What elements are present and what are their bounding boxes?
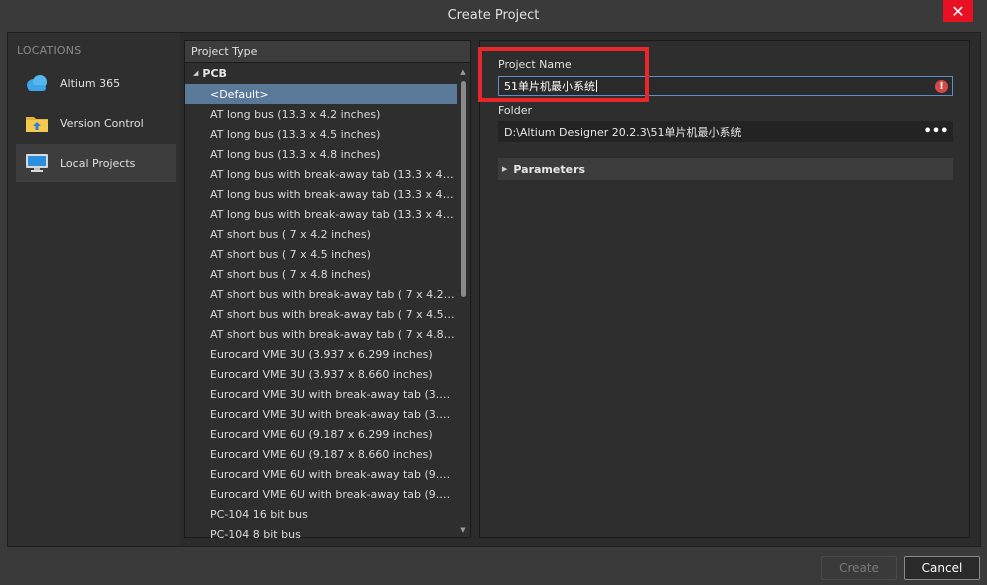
project-type-item-label: <Default> bbox=[210, 87, 269, 101]
project-type-item[interactable]: Eurocard VME 6U (9.187 x 6.299 inches) bbox=[185, 424, 457, 444]
project-type-item-label: PC-104 16 bit bus bbox=[210, 507, 308, 521]
location-label: Local Projects bbox=[60, 156, 136, 170]
project-type-item-label: AT long bus with break-away tab (13.3 x … bbox=[210, 167, 455, 181]
location-version-control[interactable]: Version Control bbox=[16, 104, 176, 142]
project-type-item-label: Eurocard VME 6U with break-away tab (9.1… bbox=[210, 487, 455, 501]
project-type-item-label: Eurocard VME 3U (3.937 x 6.299 inches) bbox=[210, 347, 433, 361]
project-type-item[interactable]: AT long bus with break-away tab (13.3 x … bbox=[185, 204, 457, 224]
project-type-item[interactable]: PC-104 8 bit bus bbox=[185, 524, 457, 544]
project-type-item-label: PC-104 8 bit bus bbox=[210, 527, 301, 541]
project-type-header: Project Type bbox=[185, 41, 470, 63]
project-type-item-label: AT short bus with break-away tab ( 7 x 4… bbox=[210, 327, 455, 341]
project-type-item[interactable]: AT short bus ( 7 x 4.2 inches) bbox=[185, 224, 457, 244]
project-type-item[interactable]: Eurocard VME 3U (3.937 x 6.299 inches) bbox=[185, 344, 457, 364]
project-type-item[interactable]: PC-104 16 bit bus bbox=[185, 504, 457, 524]
folder-label: Folder bbox=[498, 104, 532, 117]
project-type-item-label: Eurocard VME 6U (9.187 x 8.660 inches) bbox=[210, 447, 433, 461]
project-type-item[interactable]: AT short bus with break-away tab ( 7 x 4… bbox=[185, 284, 457, 304]
create-button[interactable]: Create bbox=[821, 556, 897, 580]
project-type-item[interactable]: AT short bus with break-away tab ( 7 x 4… bbox=[185, 304, 457, 324]
project-type-item-label: AT long bus with break-away tab (13.3 x … bbox=[210, 207, 455, 221]
project-type-item[interactable]: Eurocard VME 6U with break-away tab (9.1… bbox=[185, 464, 457, 484]
project-type-item-label: AT short bus with break-away tab ( 7 x 4… bbox=[210, 287, 455, 301]
project-type-item[interactable]: Eurocard VME 3U with break-away tab (3.9… bbox=[185, 384, 457, 404]
project-type-item[interactable]: AT long bus (13.3 x 4.2 inches) bbox=[185, 104, 457, 124]
folder-value: D:\Altium Designer 20.2.3\51单片机最小系统 bbox=[504, 125, 742, 139]
group-label: PCB bbox=[202, 66, 227, 80]
location-label: Altium 365 bbox=[60, 76, 121, 90]
folder-vcs-icon bbox=[24, 112, 50, 134]
project-type-item[interactable]: Eurocard VME 6U with break-away tab (9.1… bbox=[185, 484, 457, 504]
locations-panel: LOCATIONS Altium 365 Version Control Loc… bbox=[8, 33, 180, 546]
project-name-input[interactable]: 51单片机最小系统 ! bbox=[498, 76, 953, 96]
cancel-button[interactable]: Cancel bbox=[904, 556, 980, 580]
project-type-item-label: AT short bus ( 7 x 4.5 inches) bbox=[210, 247, 371, 261]
project-type-item-label: Eurocard VME 3U (3.937 x 8.660 inches) bbox=[210, 367, 433, 381]
project-type-item[interactable]: AT short bus ( 7 x 4.5 inches) bbox=[185, 244, 457, 264]
project-type-item-label: Eurocard VME 6U with break-away tab (9.1… bbox=[210, 467, 455, 481]
project-type-group-pcb[interactable]: ◢ PCB bbox=[185, 63, 470, 83]
project-type-item-label: AT short bus ( 7 x 4.2 inches) bbox=[210, 227, 371, 241]
project-type-item-label: Eurocard VME 3U with break-away tab (3.9… bbox=[210, 407, 455, 421]
text-caret bbox=[596, 80, 597, 92]
project-type-item[interactable]: Eurocard VME 3U (3.937 x 8.660 inches) bbox=[185, 364, 457, 384]
project-type-item[interactable]: Eurocard VME 3U with break-away tab (3.9… bbox=[185, 404, 457, 424]
location-label: Version Control bbox=[60, 116, 144, 130]
project-type-item-label: AT short bus ( 7 x 4.8 inches) bbox=[210, 267, 371, 281]
close-icon: ✕ bbox=[951, 1, 965, 21]
scroll-down-icon[interactable]: ▼ bbox=[459, 526, 467, 534]
cloud-icon bbox=[24, 72, 50, 94]
project-type-item[interactable]: <Default> bbox=[185, 84, 457, 104]
project-type-item[interactable]: Eurocard VME 6U (9.187 x 8.660 inches) bbox=[185, 444, 457, 464]
project-type-item-label: Eurocard VME 3U with break-away tab (3.9… bbox=[210, 387, 455, 401]
expand-triangle-icon: ◢ bbox=[193, 69, 199, 77]
monitor-icon bbox=[24, 152, 50, 174]
project-type-item[interactable]: AT long bus with break-away tab (13.3 x … bbox=[185, 184, 457, 204]
project-type-item-label: AT short bus with break-away tab ( 7 x 4… bbox=[210, 307, 455, 321]
project-type-list: <Default> AT long bus (13.3 x 4.2 inches)… bbox=[185, 84, 457, 544]
project-type-item-label: Eurocard VME 6U (9.187 x 6.299 inches) bbox=[210, 427, 433, 441]
location-altium-365[interactable]: Altium 365 bbox=[16, 64, 176, 102]
parameters-label: Parameters bbox=[513, 162, 586, 176]
warning-icon: ! bbox=[935, 80, 948, 93]
close-button[interactable]: ✕ bbox=[943, 0, 973, 22]
project-type-item-label: AT long bus with break-away tab (13.3 x … bbox=[210, 187, 455, 201]
scroll-up-icon[interactable]: ▲ bbox=[459, 68, 467, 76]
folder-field[interactable]: D:\Altium Designer 20.2.3\51单片机最小系统 ••• bbox=[498, 121, 953, 142]
project-type-item[interactable]: AT short bus ( 7 x 4.8 inches) bbox=[185, 264, 457, 284]
project-type-item[interactable]: AT long bus (13.3 x 4.8 inches) bbox=[185, 144, 457, 164]
project-type-panel: Project Type ◢ PCB <Default> AT long bus … bbox=[184, 40, 471, 541]
project-name-label: Project Name bbox=[498, 58, 572, 71]
project-type-scrollbar[interactable]: ▲ ▼ bbox=[458, 65, 468, 537]
project-type-item[interactable]: AT long bus (13.3 x 4.5 inches) bbox=[185, 124, 457, 144]
project-type-item-label: AT long bus (13.3 x 4.8 inches) bbox=[210, 147, 381, 161]
location-local-projects[interactable]: Local Projects bbox=[16, 144, 176, 182]
project-type-item-label: AT long bus (13.3 x 4.2 inches) bbox=[210, 107, 381, 121]
locations-header: LOCATIONS bbox=[17, 44, 82, 57]
project-name-value: 51单片机最小系统 bbox=[504, 80, 595, 93]
window-title: Create Project bbox=[447, 7, 540, 23]
details-pane: Project Name 51单片机最小系统 ! Folder D:\Altiu… bbox=[479, 40, 970, 538]
project-type-item-label: AT long bus (13.3 x 4.5 inches) bbox=[210, 127, 381, 141]
browse-folder-button[interactable]: ••• bbox=[924, 122, 949, 141]
parameters-section[interactable]: ▶ Parameters bbox=[498, 158, 953, 180]
project-type-item[interactable]: AT short bus with break-away tab ( 7 x 4… bbox=[185, 324, 457, 344]
title-bar: Create Project ✕ bbox=[0, 0, 987, 30]
scroll-thumb[interactable] bbox=[461, 81, 466, 297]
expand-right-icon: ▶ bbox=[502, 165, 508, 173]
project-type-item[interactable]: AT long bus with break-away tab (13.3 x … bbox=[185, 164, 457, 184]
